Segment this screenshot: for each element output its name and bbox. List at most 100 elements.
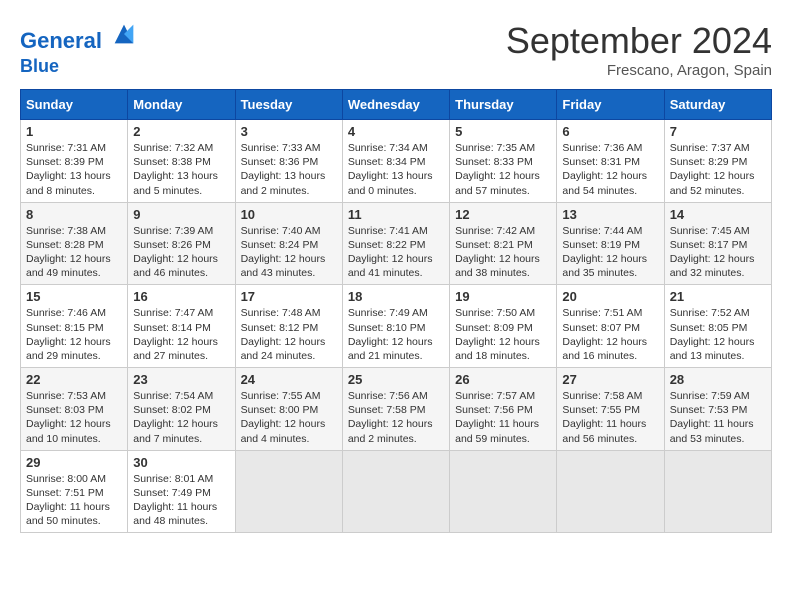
day-detail: Sunrise: 7:52 AMSunset: 8:05 PMDaylight:… (670, 306, 766, 363)
day-detail: Sunrise: 7:41 AMSunset: 8:22 PMDaylight:… (348, 224, 444, 281)
sunset: Sunset: 7:49 PM (133, 487, 211, 499)
calendar-cell: 5 Sunrise: 7:35 AMSunset: 8:33 PMDaylight… (450, 120, 557, 203)
title-block: September 2024 Frescano, Aragon, Spain (506, 20, 772, 79)
logo-general: General (20, 28, 102, 53)
calendar-cell: 26 Sunrise: 7:57 AM Sunset: 7:56 PM Dayligh… (450, 368, 557, 451)
calendar-week-4: 22Sunrise: 7:53 AMSunset: 8:03 PMDayligh… (21, 368, 772, 451)
daylight: Daylight: 12 hours and 10 minutes. (26, 418, 111, 444)
sunrise: Sunrise: 7:45 AM (670, 225, 750, 237)
calendar-table: SundayMondayTuesdayWednesdayThursdayFrid… (20, 89, 772, 533)
daylight: Daylight: 11 hours and 50 minutes. (26, 501, 110, 527)
sunrise: Sunrise: 7:40 AM (241, 225, 321, 237)
sunrise: Sunrise: 7:49 AM (348, 307, 428, 319)
calendar-cell: 15Sunrise: 7:46 AMSunset: 8:15 PMDayligh… (21, 285, 128, 368)
sunset: Sunset: 7:51 PM (26, 487, 104, 499)
day-number: 10 (241, 207, 337, 222)
day-number: 5 (455, 124, 551, 139)
day-number: 3 (241, 124, 337, 139)
daylight: Daylight: 12 hours and 43 minutes. (241, 253, 326, 279)
sunset: Sunset: 8:17 PM (670, 239, 748, 251)
day-number: 27 (562, 372, 658, 387)
sunrise: Sunrise: 7:57 AM (455, 390, 535, 402)
day-number: 26 (455, 372, 551, 387)
day-detail: Sunrise: 7:48 AMSunset: 8:12 PMDaylight:… (241, 306, 337, 363)
sunrise: Sunrise: 7:58 AM (562, 390, 642, 402)
sunrise: Sunrise: 8:00 AM (26, 473, 106, 485)
day-number: 13 (562, 207, 658, 222)
sunset: Sunset: 8:15 PM (26, 322, 104, 334)
day-detail: Sunrise: 7:56 AMSunset: 7:58 PMDaylight:… (348, 389, 444, 446)
sunset: Sunset: 8:22 PM (348, 239, 426, 251)
daylight: Daylight: 11 hours and 48 minutes. (133, 501, 217, 527)
page-header: General Blue September 2024 Frescano, Ar… (20, 20, 772, 79)
sunset: Sunset: 8:28 PM (26, 239, 104, 251)
day-number: 17 (241, 289, 337, 304)
sunset: Sunset: 8:21 PM (455, 239, 533, 251)
calendar-cell: 25Sunrise: 7:56 AMSunset: 7:58 PMDayligh… (342, 368, 449, 451)
daylight: Daylight: 11 hours and 59 minutes. (455, 418, 539, 444)
day-number: 15 (26, 289, 122, 304)
day-detail: Sunrise: 7:37 AMSunset: 8:29 PMDaylight:… (670, 141, 766, 198)
daylight: Daylight: 12 hours and 4 minutes. (241, 418, 326, 444)
day-number: 18 (348, 289, 444, 304)
calendar-cell: 23Sunrise: 7:54 AMSunset: 8:02 PMDayligh… (128, 368, 235, 451)
daylight: Daylight: 12 hours and 57 minutes. (455, 170, 540, 196)
day-detail: Sunrise: 7:38 AMSunset: 8:28 PMDaylight:… (26, 224, 122, 281)
weekday-header-monday: Monday (128, 90, 235, 120)
calendar-cell (664, 450, 771, 533)
sunrise: Sunrise: 7:32 AM (133, 142, 213, 154)
weekday-header-tuesday: Tuesday (235, 90, 342, 120)
calendar-cell: 8Sunrise: 7:38 AMSunset: 8:28 PMDaylight… (21, 202, 128, 285)
calendar-cell: 6Sunrise: 7:36 AMSunset: 8:31 PMDaylight… (557, 120, 664, 203)
day-detail: Sunrise: 7:33 AMSunset: 8:36 PMDaylight:… (241, 141, 337, 198)
day-number: 9 (133, 207, 229, 222)
daylight: Daylight: 13 hours and 8 minutes. (26, 170, 111, 196)
day-number: 24 (241, 372, 337, 387)
daylight: Daylight: 12 hours and 54 minutes. (562, 170, 647, 196)
sunrise: Sunrise: 7:44 AM (562, 225, 642, 237)
sunrise: Sunrise: 7:46 AM (26, 307, 106, 319)
daylight: Daylight: 12 hours and 35 minutes. (562, 253, 647, 279)
calendar-cell: 4Sunrise: 7:34 AMSunset: 8:34 PMDaylight… (342, 120, 449, 203)
day-number: 4 (348, 124, 444, 139)
calendar-week-5: 29Sunrise: 8:00 AMSunset: 7:51 PMDayligh… (21, 450, 772, 533)
weekday-header-friday: Friday (557, 90, 664, 120)
day-detail: Sunrise: 7:50 AMSunset: 8:09 PMDaylight:… (455, 306, 551, 363)
day-detail: Sunrise: 7:53 AMSunset: 8:03 PMDaylight:… (26, 389, 122, 446)
day-number: 7 (670, 124, 766, 139)
calendar-cell: 20Sunrise: 7:51 AMSunset: 8:07 PMDayligh… (557, 285, 664, 368)
location: Frescano, Aragon, Spain (506, 62, 772, 79)
day-detail: Sunrise: 7:31 AMSunset: 8:39 PMDaylight:… (26, 141, 122, 198)
sunset: Sunset: 8:36 PM (241, 156, 319, 168)
sunset: Sunset: 8:24 PM (241, 239, 319, 251)
calendar-cell: 19Sunrise: 7:50 AMSunset: 8:09 PMDayligh… (450, 285, 557, 368)
sunrise: Sunrise: 7:52 AM (670, 307, 750, 319)
day-number: 12 (455, 207, 551, 222)
sunrise: Sunrise: 7:59 AM (670, 390, 750, 402)
sunrise: Sunrise: 7:42 AM (455, 225, 535, 237)
sunset: Sunset: 7:56 PM (455, 404, 533, 416)
sunset: Sunset: 8:31 PM (562, 156, 640, 168)
daylight: Daylight: 12 hours and 13 minutes. (670, 336, 755, 362)
daylight: Daylight: 12 hours and 46 minutes. (133, 253, 218, 279)
day-detail: Sunrise: 7:40 AM Sunset: 8:24 PM Daylight:… (241, 224, 337, 281)
daylight: Daylight: 11 hours and 56 minutes. (562, 418, 646, 444)
calendar-body: 1Sunrise: 7:31 AMSunset: 8:39 PMDaylight… (21, 120, 772, 533)
calendar-header-row: SundayMondayTuesdayWednesdayThursdayFrid… (21, 90, 772, 120)
daylight: Daylight: 12 hours and 38 minutes. (455, 253, 540, 279)
sunset: Sunset: 8:00 PM (241, 404, 319, 416)
sunset: Sunset: 7:53 PM (670, 404, 748, 416)
calendar-cell: 17 Sunrise: 7:48 AMSunset: 8:12 PMDayligh… (235, 285, 342, 368)
day-detail: Sunrise: 7:44 AMSunset: 8:19 PMDaylight:… (562, 224, 658, 281)
day-detail: Sunrise: 7:42 AM Sunset: 8:21 PM Daylight:… (455, 224, 551, 281)
day-detail: Sunrise: 7:35 AMSunset: 8:33 PMDaylight:… (455, 141, 551, 198)
calendar-cell (342, 450, 449, 533)
weekday-header-saturday: Saturday (664, 90, 771, 120)
day-detail: Sunrise: 7:49 AMSunset: 8:10 PMDaylight:… (348, 306, 444, 363)
sunrise: Sunrise: 7:55 AM (241, 390, 321, 402)
sunrise: Sunrise: 7:54 AM (133, 390, 213, 402)
calendar-cell: 12 Sunrise: 7:42 AM Sunset: 8:21 PM Dayligh… (450, 202, 557, 285)
day-detail: Sunrise: 8:01 AMSunset: 7:49 PMDaylight:… (133, 472, 229, 529)
sunset: Sunset: 8:10 PM (348, 322, 426, 334)
day-detail: Sunrise: 7:55 AM Sunset: 8:00 PM Daylight:… (241, 389, 337, 446)
